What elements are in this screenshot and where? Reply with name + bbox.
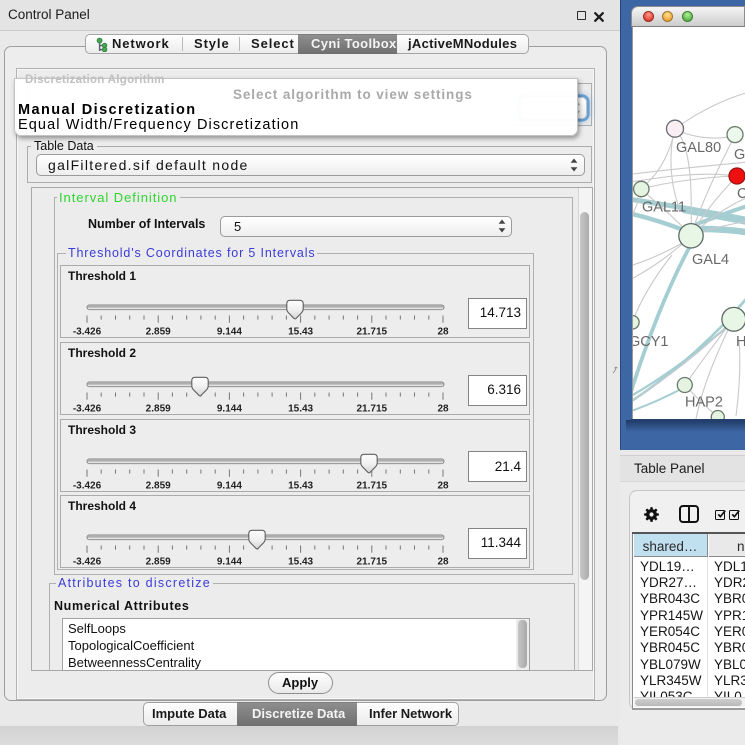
svg-text:CD: CD — [737, 186, 745, 202]
svg-text:21.715: 21.715 — [357, 557, 388, 568]
svg-text:HA: HA — [736, 334, 745, 350]
svg-text:21.715: 21.715 — [357, 480, 388, 491]
svg-text:21.715: 21.715 — [357, 404, 388, 415]
svg-text:2.859: 2.859 — [146, 557, 171, 568]
svg-text:-3.426: -3.426 — [73, 327, 102, 338]
svg-text:28: 28 — [437, 557, 449, 568]
svg-text:-3.426: -3.426 — [73, 557, 102, 568]
svg-text:15.43: 15.43 — [288, 557, 313, 568]
svg-text:2.859: 2.859 — [146, 404, 171, 415]
svg-text:15.43: 15.43 — [288, 327, 313, 338]
svg-text:9.144: 9.144 — [217, 404, 242, 415]
svg-text:15.43: 15.43 — [288, 480, 313, 491]
svg-text:GA: GA — [734, 147, 745, 163]
svg-text:-3.426: -3.426 — [73, 480, 102, 491]
svg-text:2.859: 2.859 — [146, 327, 171, 338]
svg-text:GCY1: GCY1 — [633, 334, 669, 350]
svg-text:9.144: 9.144 — [217, 327, 242, 338]
svg-text:GAL11: GAL11 — [642, 200, 686, 216]
svg-text:9.144: 9.144 — [217, 557, 242, 568]
svg-text:GAL80: GAL80 — [676, 140, 721, 156]
svg-text:15.43: 15.43 — [288, 404, 313, 415]
svg-text:21.715: 21.715 — [357, 327, 388, 338]
svg-text:HAP2: HAP2 — [685, 395, 723, 411]
svg-text:28: 28 — [437, 480, 449, 491]
svg-text:28: 28 — [437, 327, 449, 338]
svg-text:28: 28 — [437, 404, 449, 415]
svg-text:2.859: 2.859 — [146, 480, 171, 491]
svg-text:GAL4: GAL4 — [692, 252, 729, 268]
svg-text:9.144: 9.144 — [217, 480, 242, 491]
svg-text:-3.426: -3.426 — [73, 404, 102, 415]
